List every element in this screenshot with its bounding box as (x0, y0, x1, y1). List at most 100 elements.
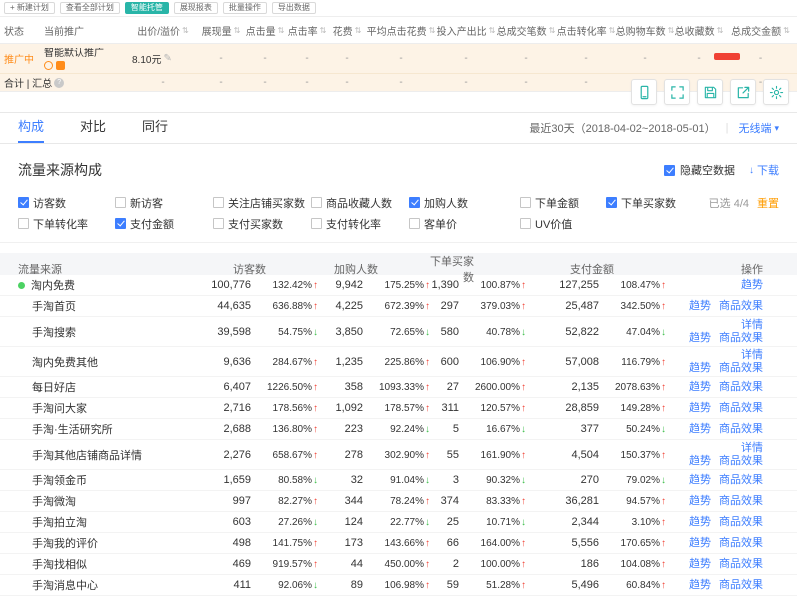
traffic-source[interactable]: 手淘问大家 (18, 400, 203, 416)
column-header[interactable]: 出价/溢价⇅ (128, 23, 198, 38)
checkbox[interactable] (520, 218, 531, 229)
metric-checkbox[interactable]: 支付转化率 (311, 216, 409, 232)
metric-checkbox[interactable]: 客单价 (409, 216, 520, 232)
sort-icon[interactable]: ⇅ (717, 26, 724, 35)
action-link[interactable]: 商品效果 (719, 579, 763, 591)
action-link[interactable]: 商品效果 (719, 332, 763, 344)
sort-icon[interactable]: ⇅ (429, 26, 436, 35)
sort-icon[interactable]: ⇅ (355, 26, 362, 35)
action-link[interactable]: 商品效果 (719, 402, 763, 414)
action-link[interactable]: 商品效果 (719, 537, 763, 549)
action-link[interactable]: 趋势 (689, 423, 711, 435)
action-link[interactable]: 详情 (741, 442, 763, 454)
metric-checkbox[interactable]: 关注店铺买家数 (213, 195, 311, 211)
checkbox[interactable] (115, 197, 126, 208)
action-link[interactable]: 商品效果 (719, 362, 763, 374)
metric-checkbox[interactable]: UV价值 (520, 216, 606, 232)
action-link[interactable]: 详情 (741, 349, 763, 361)
action-link[interactable]: 趋势 (689, 516, 711, 528)
column-header[interactable]: 点击率⇅ (286, 23, 328, 38)
checkbox[interactable] (311, 218, 322, 229)
action-link[interactable]: 趋势 (689, 402, 711, 414)
checkbox[interactable] (664, 165, 675, 176)
traffic-source[interactable]: 手淘·生活研究所 (18, 421, 203, 437)
action-link[interactable]: 商品效果 (719, 474, 763, 486)
metric-checkbox[interactable]: 下单金额 (520, 195, 606, 211)
traffic-source[interactable]: 手淘微淘 (18, 493, 203, 509)
traffic-source[interactable]: 手淘首页 (18, 298, 203, 314)
save-button[interactable] (697, 79, 723, 105)
sort-icon[interactable]: ⇅ (609, 26, 616, 35)
settings-button[interactable] (763, 79, 789, 105)
toolbar-button[interactable]: 导出数据 (272, 2, 316, 14)
action-link[interactable]: 商品效果 (719, 516, 763, 528)
column-header[interactable]: 点击量⇅ (244, 23, 286, 38)
column-header[interactable]: 总成交金额⇅ (724, 23, 797, 38)
traffic-source[interactable]: 每日好店 (18, 379, 203, 395)
action-link[interactable]: 商品效果 (719, 558, 763, 570)
hide-empty-checkbox[interactable]: 隐藏空数据 (664, 162, 735, 178)
checkbox[interactable] (606, 197, 617, 208)
column-header[interactable]: 投入产出比⇅ (436, 23, 496, 38)
checkbox[interactable] (18, 197, 29, 208)
traffic-source[interactable]: 手淘拍立淘 (18, 514, 203, 530)
checkbox[interactable] (115, 218, 126, 229)
traffic-source[interactable]: 淘内免费其他 (18, 354, 203, 370)
traffic-source[interactable]: 手淘消息中心 (18, 577, 203, 593)
traffic-source[interactable]: 手淘领金币 (18, 472, 203, 488)
checkbox[interactable] (409, 197, 420, 208)
metric-checkbox[interactable]: 访客数 (18, 195, 115, 211)
campaign-name-cell[interactable]: 智能默认推广 (40, 48, 128, 70)
action-link[interactable]: 商品效果 (719, 381, 763, 393)
reset-link[interactable]: 重置 (757, 195, 779, 211)
tab-2[interactable]: 对比 (80, 113, 106, 143)
metric-checkbox[interactable]: 新访客 (115, 195, 213, 211)
column-header[interactable]: 总收藏数⇅ (674, 23, 724, 38)
action-link[interactable]: 详情 (741, 319, 763, 331)
sort-icon[interactable]: ⇅ (549, 26, 556, 35)
sort-icon[interactable]: ⇅ (320, 26, 327, 35)
share-button[interactable] (730, 79, 756, 105)
toolbar-button[interactable]: 展现报表 (174, 2, 218, 14)
toolbar-button[interactable]: 批量操作 (223, 2, 267, 14)
action-link[interactable]: 趋势 (689, 474, 711, 486)
action-link[interactable]: 趋势 (689, 332, 711, 344)
checkbox[interactable] (213, 197, 224, 208)
traffic-source[interactable]: 手淘其他店铺商品详情 (18, 447, 203, 463)
metric-checkbox[interactable]: 商品收藏人数 (311, 195, 409, 211)
tab-1[interactable]: 构成 (18, 113, 44, 143)
toolbar-button[interactable]: 查看全部计划 (60, 2, 120, 14)
action-link[interactable]: 趋势 (689, 558, 711, 570)
mobile-preview-button[interactable] (631, 79, 657, 105)
column-header[interactable]: 总购物车数⇅ (616, 23, 674, 38)
action-link[interactable]: 商品效果 (719, 423, 763, 435)
action-link[interactable]: 趋势 (741, 279, 763, 291)
sort-icon[interactable]: ⇅ (234, 26, 241, 35)
action-link[interactable]: 商品效果 (719, 300, 763, 312)
checkbox[interactable] (18, 218, 29, 229)
checkbox[interactable] (520, 197, 531, 208)
traffic-source[interactable]: 手淘找相似 (18, 556, 203, 572)
fullscreen-button[interactable] (664, 79, 690, 105)
action-link[interactable]: 趋势 (689, 495, 711, 507)
action-link[interactable]: 趋势 (689, 362, 711, 374)
action-link[interactable]: 趋势 (689, 381, 711, 393)
checkbox[interactable] (213, 218, 224, 229)
toolbar-button[interactable]: + 新建计划 (4, 2, 55, 14)
date-range-picker[interactable]: 最近30天（2018-04-02~2018-05-01） (529, 120, 715, 136)
sort-icon[interactable]: ⇅ (182, 26, 189, 35)
action-link[interactable]: 商品效果 (719, 455, 763, 467)
metric-checkbox[interactable]: 加购人数 (409, 195, 520, 211)
metric-checkbox[interactable]: 下单转化率 (18, 216, 115, 232)
column-header[interactable]: 花费⇅ (328, 23, 366, 38)
column-header[interactable]: 展现量⇅ (198, 23, 244, 38)
sort-icon[interactable]: ⇅ (278, 26, 285, 35)
checkbox[interactable] (409, 218, 420, 229)
action-link[interactable]: 趋势 (689, 455, 711, 467)
action-link[interactable]: 趋势 (689, 579, 711, 591)
sort-icon[interactable]: ⇅ (489, 26, 496, 35)
action-link[interactable]: 趋势 (689, 300, 711, 312)
sort-icon[interactable]: ⇅ (783, 26, 790, 35)
checkbox[interactable] (311, 197, 322, 208)
action-link[interactable]: 商品效果 (719, 495, 763, 507)
